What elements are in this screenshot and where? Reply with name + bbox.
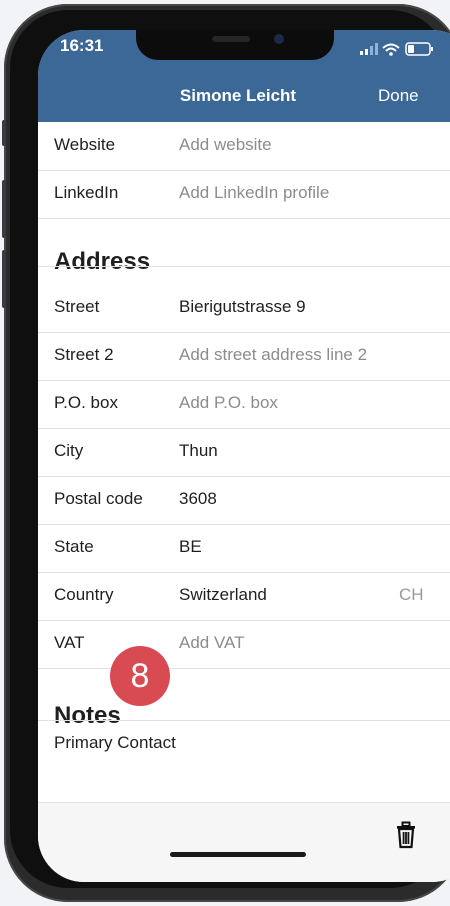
street-label: Street (54, 297, 100, 316)
street-field[interactable]: Bierigutstrasse 9 (179, 297, 306, 317)
po-box-label: P.O. box (54, 393, 118, 412)
divider (38, 266, 450, 267)
speaker-grill (212, 36, 250, 42)
state-label: State (54, 537, 94, 556)
city-label: City (54, 441, 84, 460)
po-box-row[interactable]: P.O. box Add P.O. box (38, 380, 450, 429)
volume-down-button (2, 250, 6, 308)
trash-icon[interactable] (394, 821, 418, 849)
vat-label: VAT (54, 633, 85, 652)
front-camera (274, 34, 284, 44)
notes-field[interactable]: Primary Contact (54, 733, 176, 753)
home-indicator (170, 852, 306, 857)
street-row[interactable]: Street Bierigutstrasse 9 (38, 284, 450, 333)
app-screenshot: 16:31 Simone Leicht Done Website Add web… (0, 0, 450, 906)
step-marker-badge: 8 (110, 646, 170, 706)
po-box-field[interactable]: Add P.O. box (179, 393, 278, 413)
signal-wifi-battery-icon (360, 42, 433, 56)
bottom-toolbar (38, 802, 450, 882)
status-time: 16:31 (60, 36, 104, 55)
country-field[interactable]: Switzerland (179, 585, 267, 605)
postal-code-field[interactable]: 3608 (179, 489, 217, 509)
state-field[interactable]: BE (179, 537, 202, 557)
vat-row[interactable]: VAT Add VAT (38, 620, 450, 669)
city-row[interactable]: City Thun (38, 428, 450, 477)
nav-header: 16:31 Simone Leicht Done (38, 30, 450, 122)
street-2-label: Street 2 (54, 345, 114, 364)
address-section-title: Address (54, 248, 151, 275)
website-row[interactable]: Website Add website (38, 122, 450, 171)
linkedin-label: LinkedIn (54, 183, 119, 202)
vat-field[interactable]: Add VAT (179, 633, 245, 653)
status-icons (360, 42, 440, 56)
country-code: CH (399, 585, 424, 604)
mute-switch (2, 120, 6, 146)
state-row[interactable]: State BE (38, 524, 450, 573)
website-label: Website (54, 135, 116, 154)
notes-row[interactable]: Primary Contact (38, 720, 450, 798)
postal-code-label: Postal code (54, 489, 143, 508)
street-2-row[interactable]: Street 2 Add street address line 2 (38, 332, 450, 381)
country-label: Country (54, 585, 114, 604)
website-field[interactable]: Add website (179, 135, 272, 155)
phone-screen: 16:31 Simone Leicht Done Website Add web… (38, 30, 450, 882)
street-2-field[interactable]: Add street address line 2 (179, 345, 367, 365)
notch (136, 30, 334, 60)
postal-code-row[interactable]: Postal code 3608 (38, 476, 450, 525)
linkedin-row[interactable]: LinkedIn Add LinkedIn profile (38, 170, 450, 219)
city-field[interactable]: Thun (179, 441, 218, 461)
linkedin-field[interactable]: Add LinkedIn profile (179, 183, 329, 203)
volume-up-button (2, 180, 6, 238)
country-row[interactable]: Country Switzerland CH (38, 572, 450, 621)
done-button[interactable]: Done (378, 86, 419, 106)
